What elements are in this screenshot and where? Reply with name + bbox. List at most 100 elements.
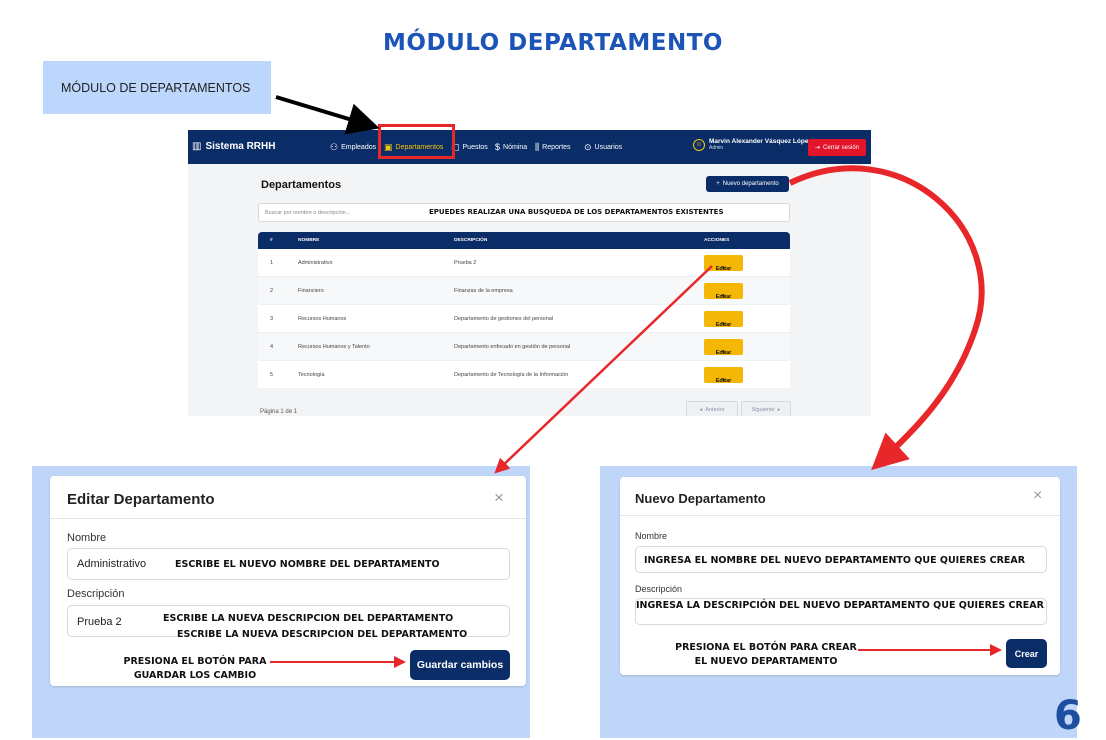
modal-title: Nuevo Departamento bbox=[635, 491, 766, 506]
edit-button[interactable]: ✎ Editar bbox=[704, 367, 743, 384]
edit-label: Editar bbox=[715, 378, 732, 384]
brand[interactable]: ▥ Sistema RRHH bbox=[192, 141, 275, 152]
row-name: Recursos Humanos bbox=[298, 316, 347, 322]
table-header: # NOMBRE DESCRIPCIÓN ACCIONES bbox=[258, 232, 790, 249]
column-header: DESCRIPCIÓN bbox=[454, 238, 488, 243]
nav-reportes[interactable]: ⫼ Reportes bbox=[535, 142, 571, 153]
table-row: 5 Tecnología Departamento de Tecnología … bbox=[258, 361, 790, 389]
edit-caption-line-1: PRESIONA EL BOTÓN PARA bbox=[123, 656, 267, 667]
table-row: 1 Administrativo Prueba 2 ✎ Editar bbox=[258, 249, 790, 277]
user-role: Admin bbox=[709, 145, 724, 152]
nav-puestos[interactable]: ▢ Puestos bbox=[451, 142, 488, 153]
name-label: Nombre bbox=[635, 531, 668, 541]
row-name: Administrativo bbox=[298, 260, 333, 266]
page: MÓDULO DEPARTAMENTO MÓDULO DE DEPARTAMEN… bbox=[0, 0, 1106, 740]
module-label-text: MÓDULO DE DEPARTAMENTOS bbox=[61, 80, 251, 95]
search-input[interactable]: Buscar por nombre o descripción... EPUED… bbox=[258, 203, 790, 222]
user-avatar-icon: ☺ bbox=[693, 138, 705, 151]
description-annotation-1: ESCRIBE LA NUEVA DESCRIPCION DEL DEPARTA… bbox=[163, 613, 454, 624]
module-label-box: MÓDULO DE DEPARTAMENTOS bbox=[43, 61, 271, 114]
table-row: 3 Recursos Humanos Departamento de gesti… bbox=[258, 305, 790, 333]
nav-label: Reportes bbox=[542, 144, 571, 151]
close-icon[interactable]: × bbox=[1033, 487, 1042, 505]
new-department-button[interactable]: + Nuevo departamento bbox=[706, 176, 789, 192]
row-id: 1 bbox=[270, 260, 274, 266]
nav-usuarios[interactable]: ⊙ Usuarios bbox=[584, 142, 622, 153]
departments-table: # NOMBRE DESCRIPCIÓN ACCIONES 1 Administ… bbox=[258, 232, 790, 389]
description-label: Descripción bbox=[635, 584, 683, 594]
nav-empleados[interactable]: ⚇ Empleados bbox=[330, 142, 376, 153]
name-input[interactable]: INGRESA EL NOMBRE DEL NUEVO DEPARTAMENTO… bbox=[635, 546, 1047, 573]
previous-page-button[interactable]: ◂ Anterior bbox=[686, 401, 738, 416]
save-changes-button[interactable]: Guardar cambios bbox=[410, 650, 510, 680]
row-description: Departamento de gestiones del personal bbox=[454, 316, 554, 322]
edit-department-modal: Editar Departamento × Nombre Administrat… bbox=[50, 476, 526, 686]
arrow-to-departamentos bbox=[275, 95, 380, 135]
next-label: Siguiente bbox=[751, 406, 775, 413]
name-annotation: ESCRIBE EL NUEVO NOMBRE DEL DEPARTAMENTO bbox=[175, 559, 440, 570]
name-value: Administrativo bbox=[77, 558, 147, 570]
row-description: Prueba 2 bbox=[454, 260, 477, 266]
description-label: Descripción bbox=[67, 588, 125, 600]
row-description: Departamento de Tecnología de la Informa… bbox=[454, 372, 569, 378]
dollar-icon: $ bbox=[495, 142, 501, 152]
search-placeholder: Buscar por nombre o descripción... bbox=[265, 210, 351, 216]
chevron-left-icon: ◂ bbox=[699, 406, 703, 413]
row-name: Recursos Humanos y Talento bbox=[298, 344, 370, 350]
nav-label: Usuarios bbox=[594, 144, 623, 151]
close-icon[interactable]: × bbox=[494, 488, 504, 508]
building-logo-icon: ▥ bbox=[192, 141, 202, 152]
edit-button[interactable]: ✎ Editar bbox=[704, 255, 743, 272]
user-menu[interactable]: ☺ Marvin Alexander Vásquez López Admin bbox=[693, 138, 812, 151]
bar-chart-icon: ⫼ bbox=[535, 142, 540, 152]
table-row: 4 Recursos Humanos y Talento Departament… bbox=[258, 333, 790, 361]
create-button[interactable]: Crear bbox=[1006, 639, 1047, 668]
logout-button[interactable]: ⇥ Cerrar sesión bbox=[808, 139, 866, 156]
brand-name: Sistema RRHH bbox=[205, 141, 276, 152]
chevron-right-icon: ▸ bbox=[777, 406, 781, 413]
edit-button[interactable]: ✎ Editar bbox=[704, 311, 743, 328]
edit-label: Editar bbox=[715, 266, 732, 272]
name-input[interactable]: Administrativo ESCRIBE EL NUEVO NOMBRE D… bbox=[67, 548, 510, 580]
plus-icon: + bbox=[716, 181, 720, 187]
edit-button[interactable]: ✎ Editar bbox=[704, 283, 743, 300]
nav-nomina[interactable]: $ Nómina bbox=[495, 142, 527, 152]
row-name: Financiero bbox=[298, 288, 324, 294]
new-caption-line-2: EL NUEVO DEPARTAMENTO bbox=[694, 656, 838, 667]
app-screenshot: ▥ Sistema RRHH ⚇ Empleados ▣ Departament… bbox=[188, 130, 871, 416]
next-page-button[interactable]: Siguiente ▸ bbox=[741, 401, 791, 416]
description-input[interactable]: INGRESA LA DESCRIPCIÓN DEL NUEVO DEPARTA… bbox=[635, 598, 1047, 625]
search-annotation: EPUEDES REALIZAR UNA BUSQUEDA DE LOS DEP… bbox=[429, 208, 724, 216]
description-annotation: INGRESA LA DESCRIPCIÓN DEL NUEVO DEPARTA… bbox=[636, 600, 1044, 611]
page-title: Departamentos bbox=[261, 179, 342, 191]
edit-label: Editar bbox=[715, 294, 732, 300]
name-label: Nombre bbox=[67, 532, 107, 544]
description-value: Prueba 2 bbox=[77, 616, 122, 628]
column-header: # bbox=[270, 238, 273, 243]
edit-label: Editar bbox=[715, 322, 732, 328]
top-navbar: ▥ Sistema RRHH ⚇ Empleados ▣ Departament… bbox=[188, 130, 871, 164]
logout-label: Cerrar sesión bbox=[823, 144, 860, 151]
users-icon: ⚇ bbox=[330, 142, 339, 152]
row-id: 2 bbox=[270, 288, 274, 294]
row-id: 3 bbox=[270, 316, 274, 322]
nav-label: Empleados bbox=[341, 144, 377, 151]
row-name: Tecnología bbox=[298, 372, 325, 378]
departamentos-highlight-box bbox=[378, 124, 455, 159]
modal-title: Editar Departamento bbox=[67, 491, 215, 508]
nav-label: Puestos bbox=[462, 144, 488, 151]
pagination-text: Página 1 de 1 bbox=[260, 409, 298, 415]
new-department-label: Nuevo departamento bbox=[722, 181, 779, 187]
row-id: 5 bbox=[270, 372, 274, 378]
row-description: Finanzas de la empresa bbox=[454, 288, 513, 294]
row-id: 4 bbox=[270, 344, 274, 350]
edit-button[interactable]: ✎ Editar bbox=[704, 339, 743, 356]
logout-icon: ⇥ bbox=[814, 145, 820, 151]
user-check-icon: ⊙ bbox=[584, 142, 592, 152]
nav-label: Nómina bbox=[503, 143, 528, 151]
table-row: 2 Financiero Finanzas de la empresa ✎ Edi… bbox=[258, 277, 790, 305]
column-header: NOMBRE bbox=[298, 238, 320, 243]
previous-label: Anterior bbox=[705, 406, 725, 413]
page-number: 6 bbox=[1054, 693, 1082, 739]
name-annotation: INGRESA EL NOMBRE DEL NUEVO DEPARTAMENTO… bbox=[644, 555, 1026, 566]
